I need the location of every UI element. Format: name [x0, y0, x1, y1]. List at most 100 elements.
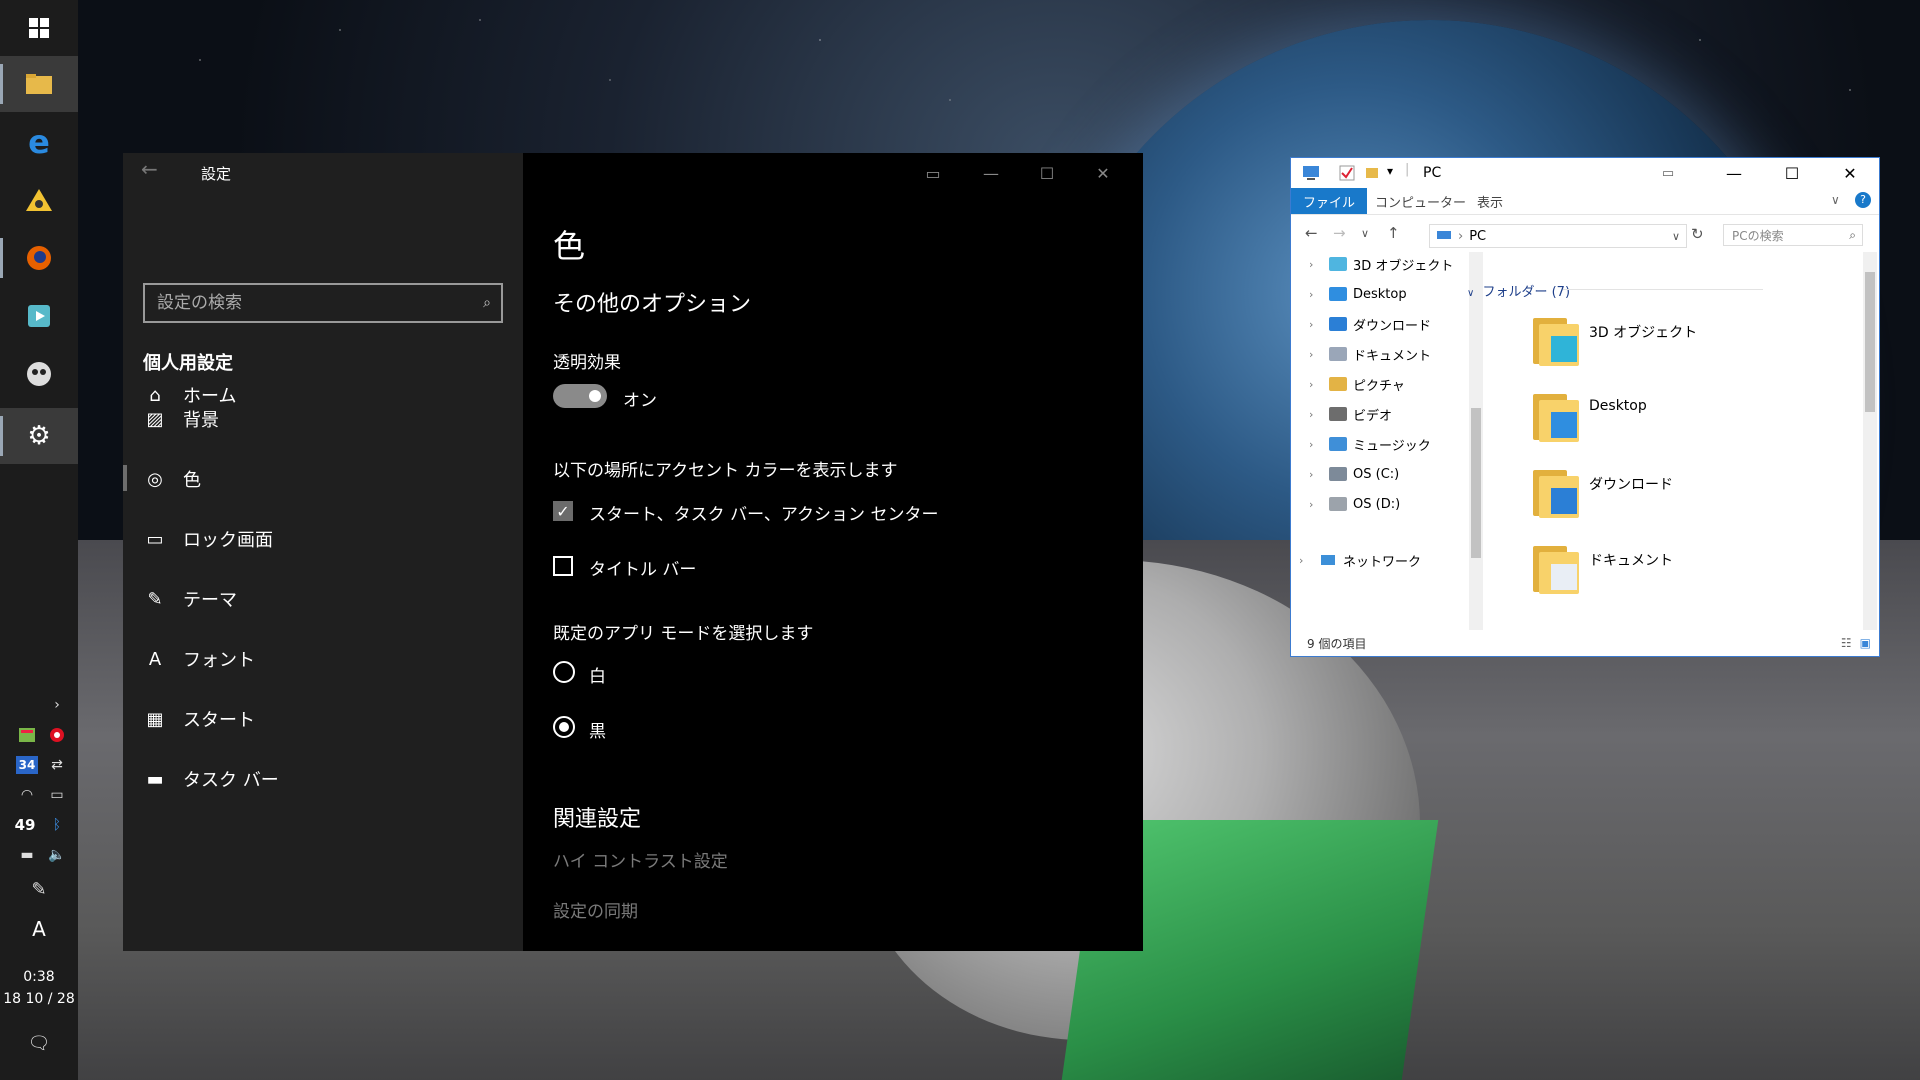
accent-titlebar-label[interactable]: タイトル バー	[589, 555, 696, 580]
nav-scrollbar[interactable]	[1469, 252, 1483, 630]
properties-checkmark-icon[interactable]	[1339, 165, 1355, 181]
pen-workspace-icon[interactable]: ✎	[28, 879, 50, 900]
maximize-button[interactable]: ☐	[1019, 153, 1075, 193]
accent-titlebar-checkbox[interactable]	[553, 556, 573, 576]
taskbar-media-player[interactable]	[0, 288, 78, 344]
taskbar-file-explorer[interactable]	[0, 56, 78, 112]
forward-icon[interactable]: →	[1333, 224, 1346, 242]
wifi-icon[interactable]: ◠	[16, 786, 38, 804]
tree-item[interactable]: › 3D オブジェクト	[1309, 252, 1453, 276]
minimize-button[interactable]: —	[963, 153, 1019, 193]
high-contrast-link[interactable]: ハイ コントラスト設定	[553, 847, 728, 872]
tray-calendar-badge[interactable]: 34	[16, 756, 38, 774]
minimize-button[interactable]: —	[1705, 158, 1763, 188]
tray-antivirus-icon[interactable]	[46, 726, 68, 744]
tab-computer[interactable]: コンピューター	[1363, 188, 1478, 214]
transparency-toggle[interactable]	[553, 384, 607, 408]
nav-start[interactable]: ▦ スタート	[123, 693, 523, 745]
tab-view[interactable]: 表示	[1465, 188, 1515, 214]
taskbar-edge[interactable]: e	[0, 114, 78, 170]
folder-item[interactable]: ダウンロード	[1533, 466, 1673, 528]
taskbar-settings[interactable]: ⚙	[0, 408, 78, 464]
address-bar[interactable]: › PC ∨	[1429, 224, 1687, 248]
tree-item[interactable]: › ミュージック	[1309, 432, 1431, 456]
battery-icon[interactable]: ▬	[16, 846, 38, 864]
tree-expand-icon[interactable]: ›	[1309, 498, 1323, 511]
clock[interactable]: 0:38 18 10 / 28	[0, 966, 78, 1010]
tree-expand-icon[interactable]: ›	[1309, 438, 1323, 451]
explorer-search-box[interactable]: PCの検索 ⌕	[1723, 224, 1863, 246]
nav-scrollbar-thumb[interactable]	[1471, 408, 1481, 558]
ribbon-expand-chevron-icon[interactable]: ∨	[1831, 193, 1840, 207]
taskbar-app-character[interactable]	[0, 346, 78, 402]
tree-expand-icon[interactable]: ›	[1299, 554, 1313, 567]
details-view-icon[interactable]: ☷	[1841, 636, 1852, 650]
tree-item[interactable]: › OS (D:)	[1309, 492, 1400, 516]
bluetooth-icon[interactable]: ᛒ	[46, 816, 68, 834]
tree-expand-icon[interactable]: ›	[1309, 348, 1323, 361]
content-scrollbar[interactable]	[1863, 252, 1877, 630]
content-scrollbar-thumb[interactable]	[1865, 272, 1875, 412]
volume-icon[interactable]: 🔈	[46, 846, 68, 864]
nav-colors[interactable]: ◎ 色	[123, 453, 523, 505]
group-collapse-chevron-icon[interactable]: ∨	[1467, 288, 1474, 299]
tray-weather-text[interactable]: 49	[14, 816, 36, 834]
mode-dark-label[interactable]: 黒	[589, 717, 606, 742]
recent-locations-icon[interactable]: ∨	[1361, 227, 1369, 240]
tray-network-share-icon[interactable]: ⇄	[46, 756, 68, 774]
tray-monitor-icon[interactable]: ▭	[46, 786, 68, 804]
large-icons-view-icon[interactable]: ▣	[1860, 636, 1871, 650]
nav-themes[interactable]: ✎ テーマ	[123, 573, 523, 625]
taskbar-app-warning[interactable]	[0, 172, 78, 228]
action-center-icon[interactable]: 🗨	[28, 1033, 51, 1054]
new-folder-icon[interactable]	[1365, 166, 1379, 180]
tab-file[interactable]: ファイル	[1291, 188, 1368, 214]
back-arrow-icon[interactable]: ←	[141, 157, 158, 181]
tree-item[interactable]: › OS (C:)	[1309, 462, 1399, 486]
tree-expand-icon[interactable]: ›	[1309, 288, 1323, 301]
tree-item[interactable]: › ビデオ	[1309, 402, 1392, 426]
qat-dropdown-icon[interactable]: ▾	[1387, 164, 1393, 178]
up-icon[interactable]: ↑	[1387, 224, 1400, 242]
folder-item[interactable]: Desktop	[1533, 390, 1647, 452]
accent-start-label[interactable]: スタート、タスク バー、アクション センター	[589, 500, 938, 525]
tree-expand-icon[interactable]: ›	[1309, 258, 1323, 271]
nav-background[interactable]: ▨ 背景	[123, 393, 523, 445]
tree-item[interactable]: › ピクチャ	[1309, 372, 1405, 396]
settings-search[interactable]: ⌕	[143, 283, 503, 323]
taskbar-firefox[interactable]	[0, 230, 78, 286]
nav-fonts[interactable]: A フォント	[123, 633, 523, 685]
show-hidden-icons-chevron-icon[interactable]: ›	[46, 696, 68, 714]
snap-layout-icon[interactable]: ▭	[903, 153, 963, 193]
snap-layout-icon[interactable]: ▭	[1639, 158, 1697, 188]
tree-item[interactable]: › ドキュメント	[1309, 342, 1431, 366]
tree-item[interactable]: › Desktop	[1309, 282, 1407, 306]
search-icon[interactable]: ⌕	[473, 295, 501, 311]
start-button[interactable]	[0, 0, 78, 56]
nav-taskbar[interactable]: ▬ タスク バー	[123, 753, 523, 805]
close-button[interactable]: ✕	[1075, 153, 1131, 193]
group-header-folders[interactable]: ∨ フォルダー (7)	[1467, 281, 1764, 300]
tree-expand-icon[interactable]: ›	[1309, 468, 1323, 481]
sync-settings-link[interactable]: 設定の同期	[553, 897, 638, 922]
help-icon[interactable]: ?	[1855, 192, 1871, 208]
tree-item[interactable]: › ダウンロード	[1309, 312, 1431, 336]
mode-dark-radio[interactable]	[553, 716, 575, 738]
folder-item[interactable]: ドキュメント	[1533, 542, 1673, 604]
refresh-icon[interactable]: ↻	[1691, 225, 1704, 243]
mode-light-radio[interactable]	[553, 661, 575, 683]
tray-app-icon[interactable]	[16, 726, 38, 744]
folder-item[interactable]: 3D オブジェクト	[1533, 314, 1697, 376]
tree-expand-icon[interactable]: ›	[1309, 408, 1323, 421]
mode-light-label[interactable]: 白	[589, 662, 606, 687]
tree-item-network[interactable]: › ネットワーク	[1299, 548, 1421, 572]
nav-lock-screen[interactable]: ▭ ロック画面	[123, 513, 523, 565]
tree-expand-icon[interactable]: ›	[1309, 318, 1323, 331]
accent-start-checkbox[interactable]: ✓	[553, 501, 573, 521]
tree-expand-icon[interactable]: ›	[1309, 378, 1323, 391]
search-icon[interactable]: ⌕	[1849, 228, 1856, 243]
address-dropdown-icon[interactable]: ∨	[1672, 230, 1680, 243]
back-icon[interactable]: ←	[1305, 224, 1318, 242]
settings-search-input[interactable]	[145, 293, 473, 313]
maximize-button[interactable]: ☐	[1763, 158, 1821, 188]
